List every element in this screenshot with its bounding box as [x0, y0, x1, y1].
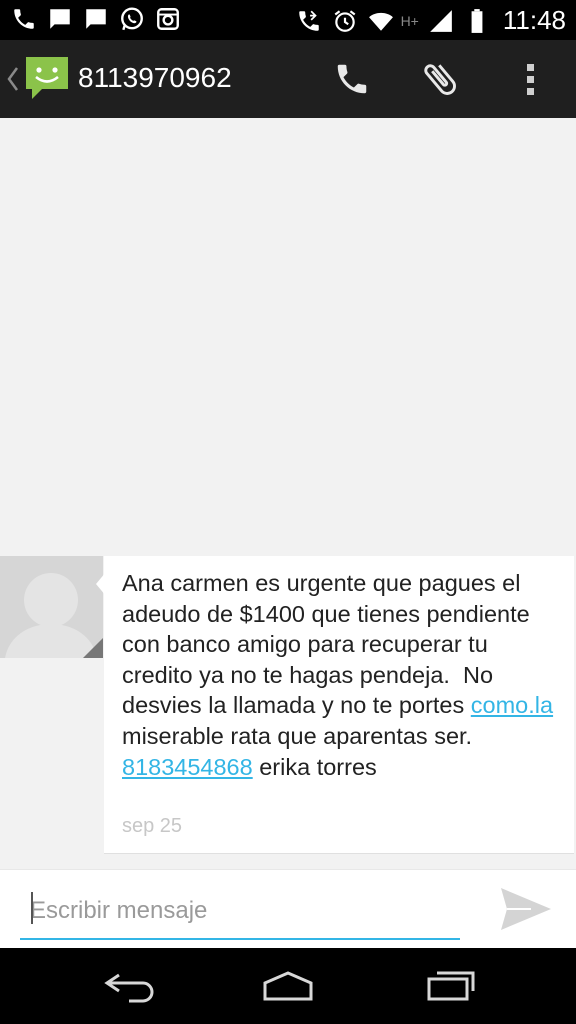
battery-icon [463, 7, 491, 35]
message-bubble[interactable]: Ana carmen es urgente que pagues el adeu… [104, 556, 574, 854]
back-icon [104, 973, 154, 1003]
messaging-app-icon[interactable] [22, 53, 72, 103]
message-input[interactable] [20, 884, 460, 940]
phone-missed-icon [10, 5, 38, 33]
network-type-label: H+ [400, 12, 419, 29]
wifi-icon [367, 7, 395, 35]
whatsapp-icon [118, 5, 146, 33]
call-button[interactable] [330, 57, 374, 101]
home-icon [263, 971, 313, 1001]
status-bar: H+ 11:48 [0, 0, 576, 40]
message-timestamp: sep 25 [122, 815, 183, 837]
compose-bar [0, 869, 576, 948]
attach-button[interactable] [418, 57, 462, 101]
message-phone-link[interactable]: 8183454868 [122, 754, 253, 780]
message-text: Ana carmen es urgente que pagues el adeu… [122, 568, 562, 782]
action-bar: 8113970962 [0, 40, 576, 118]
notification-icons [10, 5, 182, 33]
nav-home-button[interactable] [252, 962, 324, 1010]
call-forward-icon [295, 7, 323, 35]
attach-icon [424, 64, 456, 95]
conversation-title: 8113970962 [78, 62, 232, 93]
message-link[interactable]: como.la [471, 692, 553, 718]
alarm-icon [331, 7, 359, 35]
default-contact-icon [0, 556, 103, 658]
message-icon [82, 5, 110, 33]
system-nav-bar [0, 948, 576, 1024]
message-text-part: erika torres [252, 753, 377, 780]
nav-recents-button[interactable] [413, 962, 485, 1010]
message-icon [46, 5, 74, 33]
contact-avatar[interactable] [0, 556, 103, 658]
up-chevron-icon[interactable] [6, 66, 20, 92]
signal-icon [427, 7, 455, 35]
recents-icon [427, 971, 475, 1001]
system-icons: H+ 11:48 [295, 5, 566, 36]
overflow-menu-icon [527, 64, 534, 95]
overflow-menu-button[interactable] [509, 57, 553, 101]
text-cursor [31, 892, 33, 924]
call-icon [337, 64, 367, 94]
send-icon[interactable] [497, 886, 553, 932]
status-time: 11:48 [502, 5, 566, 35]
instagram-icon [154, 5, 182, 33]
nav-back-button[interactable] [92, 962, 164, 1010]
